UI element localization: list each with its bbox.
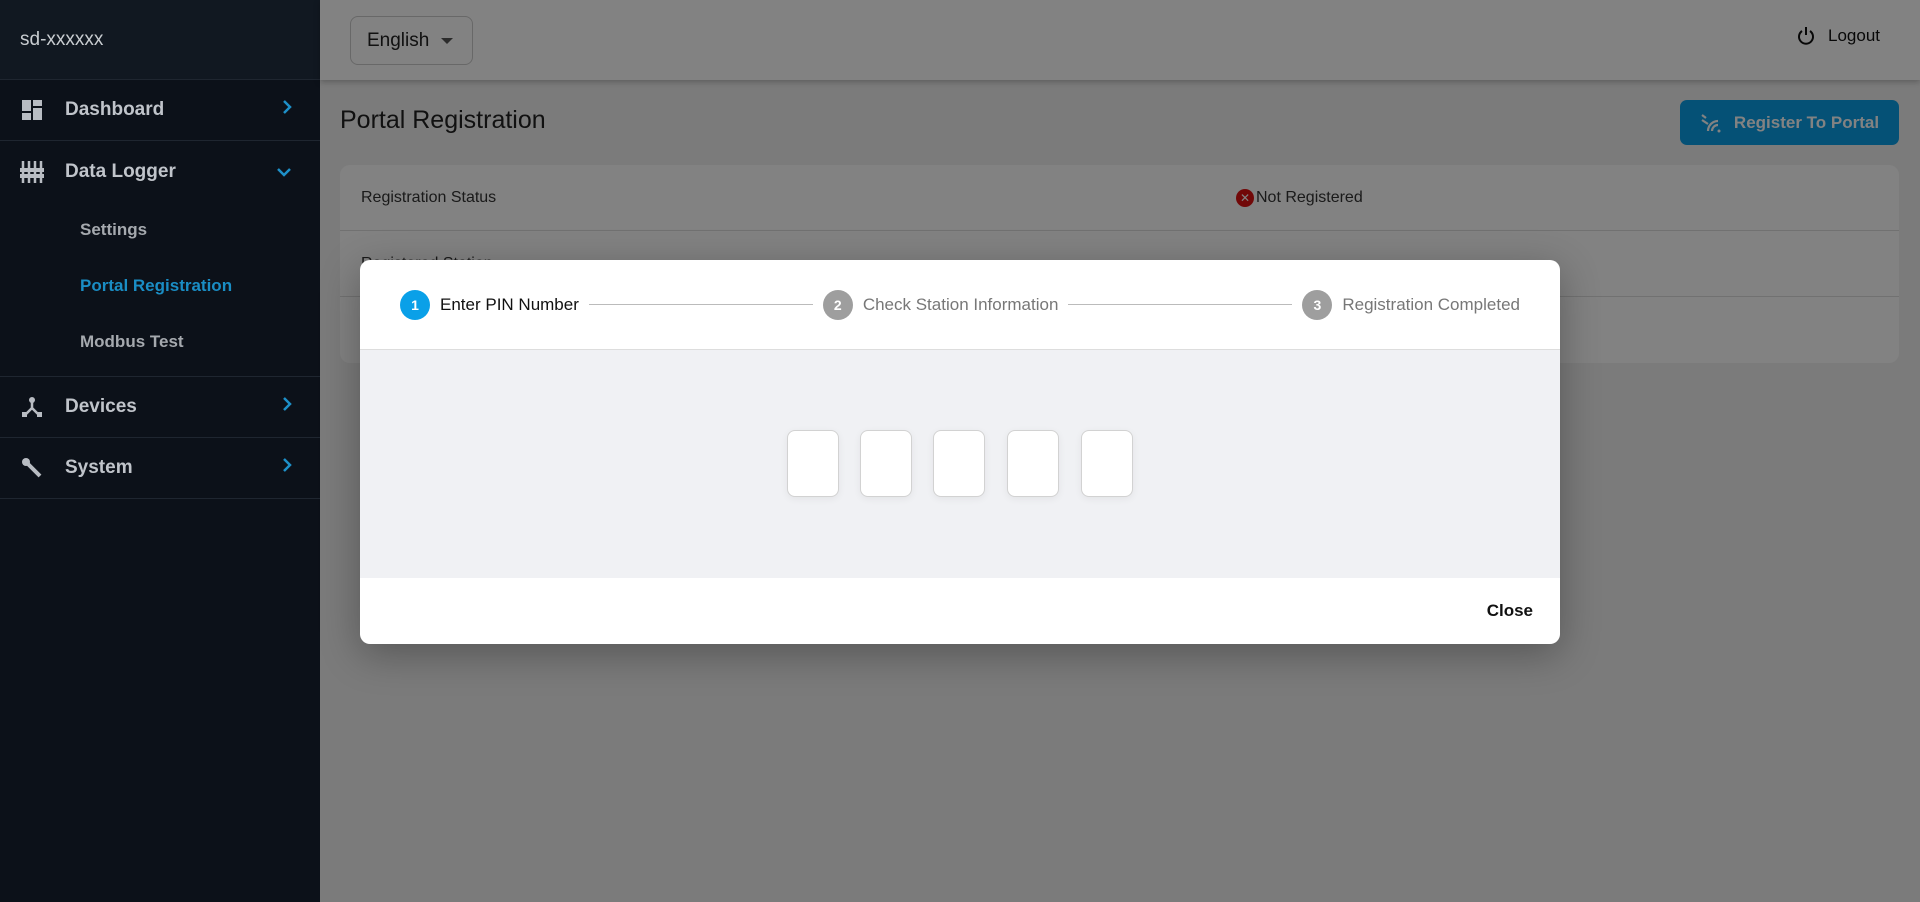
pin-digit-input[interactable] [860,430,912,497]
step-1: 1 Enter PIN Number [400,289,579,320]
step-connector [588,304,813,305]
brand: sd-xxxxxx [0,0,320,80]
dashboard-icon [20,98,44,122]
sidebar-item-devices[interactable]: Devices [0,377,320,438]
network-icon [20,395,44,419]
pin-digit-input[interactable] [787,430,839,497]
sliders-icon [20,160,44,184]
pin-digit-input[interactable] [1007,430,1059,497]
step-number: 2 [822,289,853,320]
stepper: 1 Enter PIN Number 2 Check Station Informa… [360,260,1560,350]
step-label: Registration Completed [1342,294,1520,314]
registration-dialog: 1 Enter PIN Number 2 Check Station Informa… [360,260,1560,644]
step-number: 1 [400,289,430,320]
sidebar-item-label: System [65,457,133,478]
chevron-right-icon [282,99,292,121]
sidebar-item-label: Dashboard [65,99,165,120]
data-logger-submenu: Settings Portal Registration Modbus Test [0,202,320,377]
step-number: 3 [1302,289,1333,320]
sidebar-item-label: Devices [65,396,137,417]
pin-digit-input[interactable] [1081,430,1133,497]
sidebar-subitem-settings[interactable]: Settings [0,202,320,258]
step-connector [1068,304,1293,305]
wrench-icon [20,456,44,480]
chevron-right-icon [282,457,292,479]
step-3: 3 Registration Completed [1302,289,1520,320]
sidebar-subitem-modbus-test[interactable]: Modbus Test [0,314,320,370]
chevron-right-icon [282,396,292,418]
step-label: Enter PIN Number [440,294,579,314]
close-button[interactable]: Close [1487,601,1533,621]
sidebar-item-data-logger[interactable]: Data Logger [0,141,320,202]
sidebar-item-system[interactable]: System [0,438,320,499]
pin-digit-input[interactable] [933,430,985,497]
step-2: 2 Check Station Information [822,289,1059,320]
sidebar-item-dashboard[interactable]: Dashboard [0,80,320,141]
chevron-down-icon [276,161,292,183]
sidebar-item-label: Data Logger [65,160,176,182]
dialog-footer: Close [360,578,1560,644]
sidebar-subitem-portal-registration[interactable]: Portal Registration [0,258,320,314]
pin-entry-area [360,350,1560,578]
step-label: Check Station Information [862,294,1059,314]
sidebar: sd-xxxxxx Dashboard Data Logger Settings… [0,0,320,902]
